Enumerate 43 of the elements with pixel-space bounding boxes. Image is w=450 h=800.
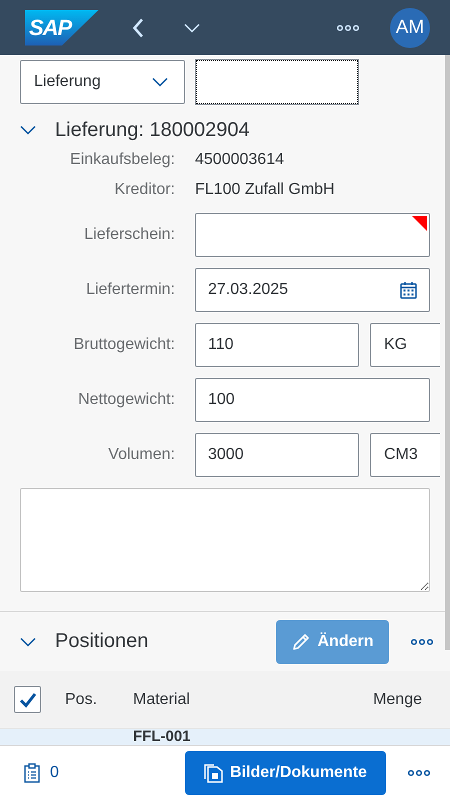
attachment-count: 0 bbox=[50, 764, 59, 782]
more-icon[interactable] bbox=[411, 638, 433, 646]
collapse-icon[interactable] bbox=[20, 125, 36, 135]
input-field[interactable]: 100 bbox=[195, 378, 430, 422]
table-row[interactable]: FFL-001 bbox=[0, 729, 450, 745]
unit-field[interactable]: KG bbox=[370, 323, 440, 367]
input-field[interactable]: 110 bbox=[195, 323, 359, 367]
clipboard-icon[interactable] bbox=[24, 763, 40, 783]
column-header: Menge bbox=[373, 690, 422, 708]
field-label: Bruttogewicht: bbox=[72, 336, 175, 354]
column-header: Material bbox=[133, 690, 191, 708]
collapse-icon[interactable] bbox=[20, 636, 36, 646]
section-title: Lieferung: 180002904 bbox=[55, 118, 250, 142]
field-label: Kreditor: bbox=[114, 181, 175, 199]
column-header: Pos. bbox=[65, 690, 98, 708]
input-field[interactable] bbox=[195, 213, 430, 257]
checkmark-icon bbox=[18, 692, 36, 708]
pencil-icon bbox=[292, 632, 310, 650]
sap-logo: SAP bbox=[25, 10, 99, 46]
field-label: Lieferschein: bbox=[83, 226, 175, 244]
more-icon[interactable] bbox=[408, 769, 430, 777]
unit-field[interactable]: CM3 bbox=[370, 433, 440, 477]
field-value: FL100 Zufall GmbH bbox=[195, 181, 335, 199]
section-title: Positionen bbox=[55, 630, 148, 653]
field-value: 4500003614 bbox=[195, 151, 284, 169]
field-label: Einkaufsbeleg: bbox=[69, 151, 175, 169]
dropdown-icon[interactable] bbox=[152, 77, 168, 87]
back-icon[interactable] bbox=[132, 18, 144, 38]
date-field[interactable]: 27.03.2025 bbox=[195, 268, 430, 312]
field-label: Nettogewicht: bbox=[77, 391, 175, 409]
user-avatar[interactable]: AM bbox=[390, 8, 430, 48]
documents-icon bbox=[204, 763, 224, 783]
more-icon[interactable] bbox=[337, 24, 359, 32]
object-type-select[interactable]: Lieferung bbox=[20, 60, 185, 104]
documents-button[interactable]: Bilder/Dokumente bbox=[185, 751, 386, 795]
input-field[interactable]: 3000 bbox=[195, 433, 359, 477]
calendar-icon[interactable] bbox=[400, 281, 417, 299]
scrollbar[interactable] bbox=[445, 55, 450, 650]
field-label: Liefertermin: bbox=[85, 281, 175, 299]
required-marker bbox=[412, 216, 427, 231]
field-label: Volumen: bbox=[107, 446, 175, 464]
select-all-checkbox[interactable] bbox=[14, 686, 41, 713]
search-field[interactable] bbox=[196, 60, 358, 104]
